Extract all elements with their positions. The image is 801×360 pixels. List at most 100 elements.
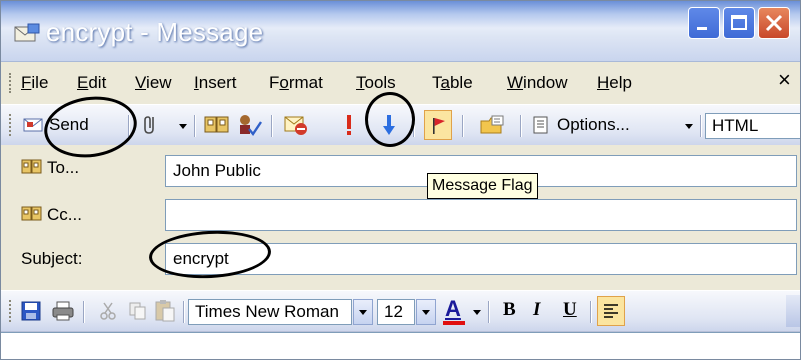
message-flag-tooltip: Message Flag	[427, 173, 538, 199]
options-label: Options...	[557, 115, 630, 134]
attach-icon[interactable]	[141, 114, 161, 136]
toolbar-separator	[83, 301, 85, 323]
menu-format-pre: F	[269, 73, 280, 92]
message-window: encrypt - Message File Edit View Insert …	[0, 0, 801, 360]
toolbar-overflow-button[interactable]	[786, 295, 800, 327]
menu-format[interactable]: Format	[269, 73, 323, 93]
font-size-select[interactable]: 12	[377, 299, 415, 325]
maximize-button[interactable]	[723, 7, 755, 39]
check-names-icon[interactable]	[237, 113, 263, 137]
menu-table-accel: a	[440, 73, 450, 92]
cc-field[interactable]	[165, 199, 797, 231]
toolbar-separator	[700, 115, 702, 137]
menu-view-accel: V	[135, 73, 147, 92]
print-icon[interactable]	[51, 300, 75, 322]
options-icon	[533, 116, 548, 134]
menu-close-button[interactable]: ×	[778, 67, 791, 93]
toolbar-grip[interactable]	[9, 114, 15, 136]
address-book-icon[interactable]	[204, 115, 230, 135]
bold-button[interactable]: B	[503, 299, 516, 321]
permission-icon[interactable]	[284, 114, 308, 136]
menu-table[interactable]: Table	[432, 73, 473, 93]
close-button[interactable]	[758, 7, 790, 39]
close-icon	[765, 14, 783, 32]
toolbar-separator	[462, 115, 464, 137]
underline-button[interactable]: U	[563, 299, 577, 321]
menu-format-rest: rmat	[288, 73, 323, 92]
cut-icon[interactable]	[99, 301, 117, 321]
subject-field[interactable]: encrypt	[165, 243, 797, 275]
font-color-dropdown-arrow[interactable]	[473, 310, 481, 315]
toolbar-separator	[488, 301, 490, 323]
toolbar-separator	[183, 301, 185, 323]
menu-window[interactable]: Window	[507, 73, 567, 93]
toolbar-separator	[271, 115, 273, 137]
message-flag-button[interactable]	[424, 110, 452, 140]
minimize-icon	[697, 27, 707, 30]
subject-label: Subject:	[21, 249, 83, 268]
menu-view-rest: iew	[146, 73, 172, 92]
chevron-down-icon	[422, 310, 430, 315]
font-name-dropdown[interactable]	[353, 299, 373, 325]
title-bar[interactable]: encrypt - Message	[1, 1, 800, 62]
toolbar-separator	[520, 115, 522, 137]
high-importance-icon[interactable]	[343, 113, 355, 137]
menu-format-accel: o	[279, 73, 289, 92]
send-label: Send	[49, 115, 89, 134]
align-left-button[interactable]	[597, 296, 625, 326]
options-folder-icon[interactable]	[479, 113, 507, 137]
formatting-toolbar: Times New Roman 12 A B I U	[1, 290, 800, 332]
menu-table-rest: ble	[449, 73, 473, 92]
menu-tools-accel: T	[356, 73, 365, 92]
attach-dropdown-arrow[interactable]	[179, 124, 187, 129]
save-icon[interactable]	[21, 301, 41, 321]
address-book-icon	[21, 159, 42, 174]
menu-file-rest: ile	[31, 73, 49, 92]
toolbar-separator	[194, 115, 196, 137]
copy-icon[interactable]	[128, 301, 148, 321]
address-fields: To... John Public Cc... Subject: encrypt	[1, 145, 800, 290]
to-button[interactable]: To...	[21, 158, 79, 178]
cc-label: Cc...	[47, 205, 82, 224]
chevron-down-icon	[359, 310, 367, 315]
message-flag-icon	[433, 118, 445, 134]
menu-view[interactable]: View	[135, 73, 172, 93]
menu-insert[interactable]: Insert	[194, 73, 237, 93]
to-label: To...	[47, 158, 80, 177]
menu-file[interactable]: File	[21, 73, 48, 93]
menu-file-accel: F	[21, 73, 32, 92]
menu-tools[interactable]: Tools	[356, 73, 396, 93]
font-color-button[interactable]: A	[441, 294, 467, 326]
font-size-dropdown[interactable]	[416, 299, 436, 325]
toolbar-separator	[590, 301, 592, 323]
envelope-icon	[14, 23, 40, 42]
menu-edit[interactable]: Edit	[77, 73, 106, 93]
cc-button[interactable]: Cc...	[21, 205, 82, 225]
options-dropdown-arrow[interactable]	[685, 124, 693, 129]
menu-help[interactable]: Help	[597, 73, 632, 93]
minimize-button[interactable]	[688, 7, 720, 39]
menubar-grip[interactable]	[9, 73, 15, 93]
paste-icon[interactable]	[154, 299, 176, 323]
font-color-swatch	[443, 321, 465, 325]
menu-table-pre: T	[432, 73, 441, 92]
toolbar-separator	[128, 115, 130, 137]
message-format-select[interactable]: HTML	[705, 113, 800, 139]
message-body[interactable]	[1, 332, 800, 359]
send-icon	[23, 118, 43, 132]
send-button[interactable]: Send	[21, 111, 123, 139]
toolbar-grip[interactable]	[9, 300, 15, 322]
address-book-icon	[21, 206, 42, 221]
menu-bar: File Edit View Insert Format Tools Table…	[1, 63, 800, 103]
maximize-icon	[731, 15, 747, 30]
standard-toolbar: Send Options... HTML	[1, 104, 800, 146]
options-button[interactable]: Options...	[531, 111, 676, 139]
align-left-icon	[604, 304, 618, 318]
font-name-select[interactable]: Times New Roman	[188, 299, 352, 325]
menu-help-accel: H	[597, 73, 610, 92]
menu-insert-rest: nsert	[198, 73, 237, 92]
italic-button[interactable]: I	[533, 299, 540, 321]
low-importance-icon[interactable]	[381, 113, 397, 137]
menu-window-rest: indow	[523, 73, 568, 92]
menu-tools-rest: ools	[364, 73, 396, 92]
